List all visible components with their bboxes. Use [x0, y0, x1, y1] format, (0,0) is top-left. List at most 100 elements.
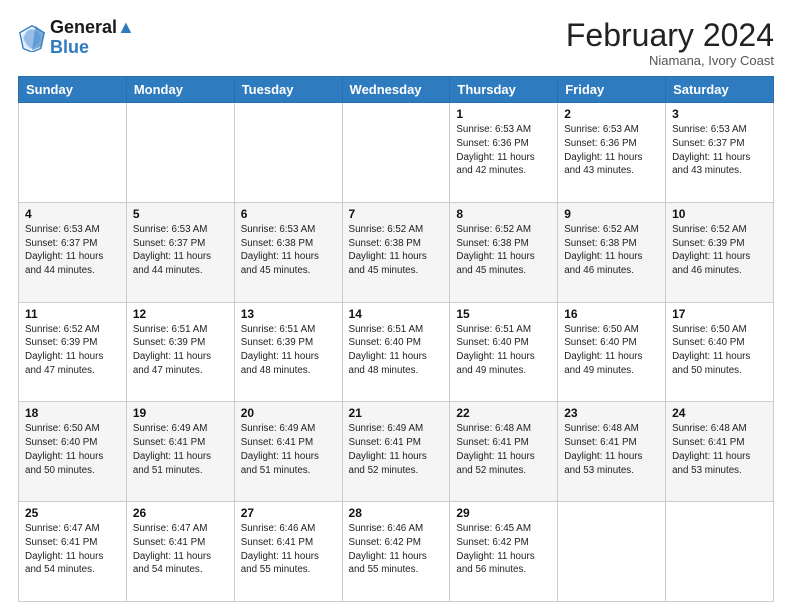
calendar-week-4: 18 Sunrise: 6:50 AMSunset: 6:40 PMDayligh…: [19, 402, 774, 502]
calendar-cell: 25Sunrise: 6:47 AMSunset: 6:41 PMDayligh…: [19, 502, 127, 602]
day-info: Sunrise: 6:49 AMSunset: 6:41 PMDaylight:…: [349, 422, 444, 477]
day-info: Sunrise: 6:53 AMSunset: 6:37 PMDaylight:…: [133, 223, 228, 278]
calendar-cell: 13 Sunrise: 6:51 AMSunset: 6:39 PMDayligh…: [234, 302, 342, 402]
calendar-cell: 28Sunrise: 6:46 AMSunset: 6:42 PMDayligh…: [342, 502, 450, 602]
col-tuesday: Tuesday: [234, 77, 342, 103]
calendar-week-3: 11 Sunrise: 6:52 AMSunset: 6:39 PMDayligh…: [19, 302, 774, 402]
calendar-title: February 2024: [566, 18, 774, 53]
day-info: Sunrise: 6:52 AMSunset: 6:39 PMDaylight:…: [25, 323, 120, 378]
day-info: Sunrise: 6:52 AMSunset: 6:39 PMDaylight:…: [672, 223, 767, 278]
day-number: 17: [672, 307, 767, 321]
calendar-week-5: 25Sunrise: 6:47 AMSunset: 6:41 PMDayligh…: [19, 502, 774, 602]
day-number: 18: [25, 406, 120, 420]
calendar-cell: 12Sunrise: 6:51 AMSunset: 6:39 PMDayligh…: [126, 302, 234, 402]
calendar-cell: 15 Sunrise: 6:51 AMSunset: 6:40 PMDayligh…: [450, 302, 558, 402]
calendar-cell: 17 Sunrise: 6:50 AMSunset: 6:40 PMDayligh…: [666, 302, 774, 402]
calendar-cell: [342, 103, 450, 203]
calendar-cell: 2 Sunrise: 6:53 AMSunset: 6:36 PMDaylight…: [558, 103, 666, 203]
day-info: Sunrise: 6:50 AMSunset: 6:40 PMDaylight:…: [25, 422, 120, 477]
calendar-cell: 10 Sunrise: 6:52 AMSunset: 6:39 PMDayligh…: [666, 202, 774, 302]
day-number: 10: [672, 207, 767, 221]
day-info: Sunrise: 6:47 AMSunset: 6:41 PMDaylight:…: [25, 522, 120, 577]
day-info: Sunrise: 6:53 AMSunset: 6:36 PMDaylight:…: [456, 123, 551, 178]
day-info: Sunrise: 6:52 AMSunset: 6:38 PMDaylight:…: [564, 223, 659, 278]
calendar-cell: 22 Sunrise: 6:48 AMSunset: 6:41 PMDayligh…: [450, 402, 558, 502]
calendar-cell: 27 Sunrise: 6:46 AMSunset: 6:41 PMDayligh…: [234, 502, 342, 602]
calendar-cell: 19 Sunrise: 6:49 AMSunset: 6:41 PMDayligh…: [126, 402, 234, 502]
day-info: Sunrise: 6:53 AMSunset: 6:37 PMDaylight:…: [672, 123, 767, 178]
day-info: Sunrise: 6:46 AMSunset: 6:41 PMDaylight:…: [241, 522, 336, 577]
day-number: 23: [564, 406, 659, 420]
calendar-cell: [234, 103, 342, 203]
calendar-cell: 8Sunrise: 6:52 AMSunset: 6:38 PMDaylight…: [450, 202, 558, 302]
day-number: 4: [25, 207, 120, 221]
page: General▲ Blue February 2024 Niamana, Ivo…: [0, 0, 792, 612]
logo-icon: [18, 24, 46, 52]
day-info: Sunrise: 6:48 AMSunset: 6:41 PMDaylight:…: [564, 422, 659, 477]
day-info: Sunrise: 6:48 AMSunset: 6:41 PMDaylight:…: [672, 422, 767, 477]
calendar-cell: 21 Sunrise: 6:49 AMSunset: 6:41 PMDayligh…: [342, 402, 450, 502]
calendar-cell: 6 Sunrise: 6:53 AMSunset: 6:38 PMDaylight…: [234, 202, 342, 302]
calendar-cell: 26 Sunrise: 6:47 AMSunset: 6:41 PMDayligh…: [126, 502, 234, 602]
col-sunday: Sunday: [19, 77, 127, 103]
day-number: 2: [564, 107, 659, 121]
calendar-cell: 20 Sunrise: 6:49 AMSunset: 6:41 PMDayligh…: [234, 402, 342, 502]
title-block: February 2024 Niamana, Ivory Coast: [566, 18, 774, 68]
day-info: Sunrise: 6:50 AMSunset: 6:40 PMDaylight:…: [564, 323, 659, 378]
day-number: 29: [456, 506, 551, 520]
calendar-subtitle: Niamana, Ivory Coast: [566, 53, 774, 68]
logo-text: General▲ Blue: [50, 18, 135, 58]
day-number: 26: [133, 506, 228, 520]
day-info: Sunrise: 6:51 AMSunset: 6:40 PMDaylight:…: [456, 323, 551, 378]
calendar-cell: [126, 103, 234, 203]
day-info: Sunrise: 6:53 AMSunset: 6:37 PMDaylight:…: [25, 223, 120, 278]
day-number: 21: [349, 406, 444, 420]
day-number: 9: [564, 207, 659, 221]
calendar-cell: 18 Sunrise: 6:50 AMSunset: 6:40 PMDayligh…: [19, 402, 127, 502]
day-number: 11: [25, 307, 120, 321]
calendar-cell: 1 Sunrise: 6:53 AMSunset: 6:36 PMDaylight…: [450, 103, 558, 203]
day-info: Sunrise: 6:49 AMSunset: 6:41 PMDaylight:…: [133, 422, 228, 477]
calendar-cell: 5 Sunrise: 6:53 AMSunset: 6:37 PMDaylight…: [126, 202, 234, 302]
header: General▲ Blue February 2024 Niamana, Ivo…: [18, 18, 774, 68]
calendar-cell: [19, 103, 127, 203]
header-row: Sunday Monday Tuesday Wednesday Thursday…: [19, 77, 774, 103]
day-info: Sunrise: 6:45 AMSunset: 6:42 PMDaylight:…: [456, 522, 551, 577]
day-number: 5: [133, 207, 228, 221]
day-info: Sunrise: 6:53 AMSunset: 6:38 PMDaylight:…: [241, 223, 336, 278]
day-info: Sunrise: 6:50 AMSunset: 6:40 PMDaylight:…: [672, 323, 767, 378]
calendar-cell: 7Sunrise: 6:52 AMSunset: 6:38 PMDaylight…: [342, 202, 450, 302]
day-number: 13: [241, 307, 336, 321]
day-number: 6: [241, 207, 336, 221]
day-number: 19: [133, 406, 228, 420]
day-number: 15: [456, 307, 551, 321]
day-info: Sunrise: 6:47 AMSunset: 6:41 PMDaylight:…: [133, 522, 228, 577]
day-info: Sunrise: 6:51 AMSunset: 6:39 PMDaylight:…: [241, 323, 336, 378]
day-info: Sunrise: 6:48 AMSunset: 6:41 PMDaylight:…: [456, 422, 551, 477]
day-info: Sunrise: 6:51 AMSunset: 6:40 PMDaylight:…: [349, 323, 444, 378]
calendar-cell: 16 Sunrise: 6:50 AMSunset: 6:40 PMDayligh…: [558, 302, 666, 402]
calendar-cell: 14 Sunrise: 6:51 AMSunset: 6:40 PMDayligh…: [342, 302, 450, 402]
day-info: Sunrise: 6:53 AMSunset: 6:36 PMDaylight:…: [564, 123, 659, 178]
calendar-week-2: 4 Sunrise: 6:53 AMSunset: 6:37 PMDaylight…: [19, 202, 774, 302]
day-number: 16: [564, 307, 659, 321]
col-thursday: Thursday: [450, 77, 558, 103]
day-number: 3: [672, 107, 767, 121]
day-number: 20: [241, 406, 336, 420]
calendar-week-1: 1 Sunrise: 6:53 AMSunset: 6:36 PMDaylight…: [19, 103, 774, 203]
logo: General▲ Blue: [18, 18, 135, 58]
day-info: Sunrise: 6:49 AMSunset: 6:41 PMDaylight:…: [241, 422, 336, 477]
calendar-cell: [558, 502, 666, 602]
col-monday: Monday: [126, 77, 234, 103]
day-number: 24: [672, 406, 767, 420]
calendar-cell: 23 Sunrise: 6:48 AMSunset: 6:41 PMDayligh…: [558, 402, 666, 502]
day-info: Sunrise: 6:51 AMSunset: 6:39 PMDaylight:…: [133, 323, 228, 378]
calendar-cell: 24 Sunrise: 6:48 AMSunset: 6:41 PMDayligh…: [666, 402, 774, 502]
day-number: 22: [456, 406, 551, 420]
calendar-cell: 11 Sunrise: 6:52 AMSunset: 6:39 PMDayligh…: [19, 302, 127, 402]
col-wednesday: Wednesday: [342, 77, 450, 103]
col-saturday: Saturday: [666, 77, 774, 103]
day-number: 14: [349, 307, 444, 321]
day-number: 1: [456, 107, 551, 121]
day-number: 27: [241, 506, 336, 520]
